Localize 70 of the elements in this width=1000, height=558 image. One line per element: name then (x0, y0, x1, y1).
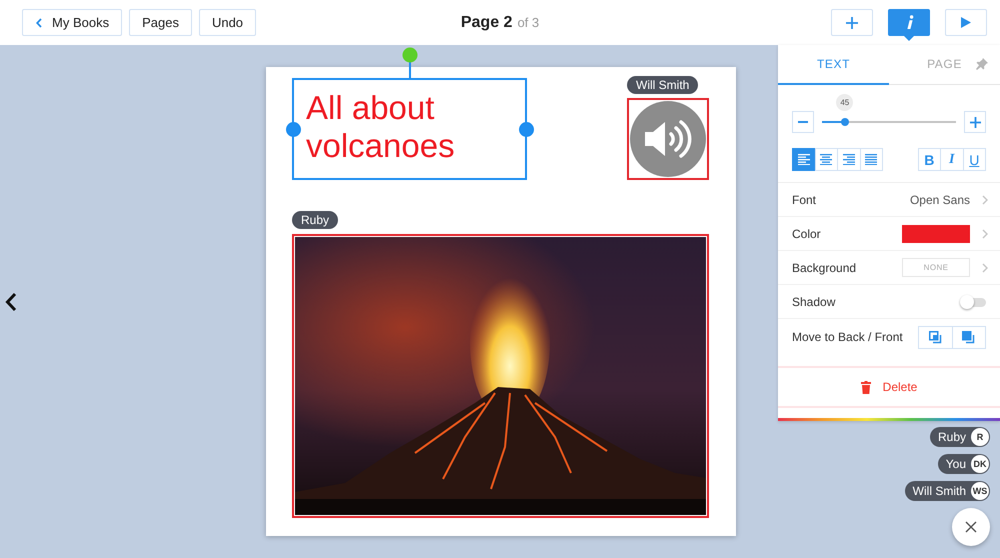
increase-size-button[interactable] (964, 111, 986, 133)
background-option[interactable]: NONE (902, 258, 970, 277)
color-swatch[interactable] (902, 224, 970, 242)
toolbar-button[interactable]: Undo (198, 9, 256, 36)
align-right-icon (842, 154, 855, 166)
property-label: Font (792, 192, 818, 206)
chevron-right-icon (982, 228, 988, 238)
property-label: Move to Back / Front (792, 330, 904, 344)
text-box[interactable]: All about volcanoes (292, 78, 527, 180)
slider-thumb[interactable] (840, 118, 849, 126)
shadow-toggle[interactable] (960, 294, 986, 308)
size-value-bubble: 45 (836, 94, 854, 111)
initials-avatar: WS (971, 482, 989, 500)
chevron-right-icon (982, 194, 988, 204)
play-icon (961, 17, 971, 28)
align-justify-icon (865, 154, 878, 166)
align-right-button[interactable] (837, 148, 860, 171)
toolbar-button[interactable]: Pages (129, 9, 192, 36)
page-title: Page 2 (460, 14, 512, 32)
delete-button[interactable]: Delete (778, 366, 1000, 408)
user-tag: Will Smith (627, 76, 698, 94)
user-tag: Ruby (292, 211, 338, 229)
align-left-button[interactable] (792, 148, 816, 171)
decrease-size-button[interactable] (792, 111, 814, 133)
bold-button[interactable]: B (918, 148, 941, 171)
notch-icon (904, 36, 914, 41)
close-icon (965, 521, 977, 533)
audio-element[interactable] (627, 98, 709, 180)
plus-icon (846, 16, 858, 28)
collaborator-name: Ruby (938, 430, 966, 444)
play-button[interactable] (945, 9, 987, 36)
property-label: Color (792, 226, 822, 240)
italic-button[interactable]: I (940, 148, 964, 171)
collaborator-name: You (946, 457, 966, 471)
page-count: of 3 (517, 14, 540, 30)
back-button[interactable]: My Books (22, 9, 122, 36)
close-button[interactable] (952, 508, 990, 546)
align-justify-button[interactable] (860, 148, 883, 171)
align-left-icon (798, 154, 810, 166)
align-center-icon (820, 154, 832, 166)
initials-avatar: DK (971, 455, 989, 473)
info-icon (904, 15, 914, 30)
add-button[interactable] (831, 9, 873, 36)
property-value[interactable]: Open Sans (910, 192, 970, 206)
send-to-back-icon (928, 330, 942, 344)
chevron-right-icon (982, 262, 988, 272)
panel-tab[interactable]: PAGE (889, 45, 1000, 85)
speaker-icon (630, 101, 706, 177)
previous-page-button[interactable] (5, 292, 17, 312)
minus-icon (798, 121, 808, 123)
rotate-handle[interactable] (402, 47, 418, 78)
property-label: Shadow (792, 294, 836, 308)
trash-icon (860, 380, 871, 394)
panel-tab[interactable]: TEXT (778, 45, 889, 85)
chevron-left-icon (5, 292, 17, 312)
align-center-button[interactable] (814, 148, 838, 171)
plus-icon (970, 116, 980, 128)
collaborator-name: Will Smith (912, 484, 966, 498)
pin-icon[interactable] (976, 58, 988, 70)
bring-to-front-button[interactable] (952, 326, 986, 348)
heading-text: All about volcanoes (306, 89, 456, 165)
property-label: Background (792, 260, 858, 274)
send-to-back-button[interactable] (918, 326, 952, 348)
underline-button[interactable]: U (962, 148, 986, 171)
initials-avatar: R (971, 428, 989, 446)
chevron-left-icon (36, 18, 42, 28)
bring-to-front-icon (962, 330, 976, 344)
resize-handle[interactable] (286, 122, 300, 136)
resize-handle[interactable] (518, 122, 534, 136)
info-button[interactable] (888, 9, 930, 36)
